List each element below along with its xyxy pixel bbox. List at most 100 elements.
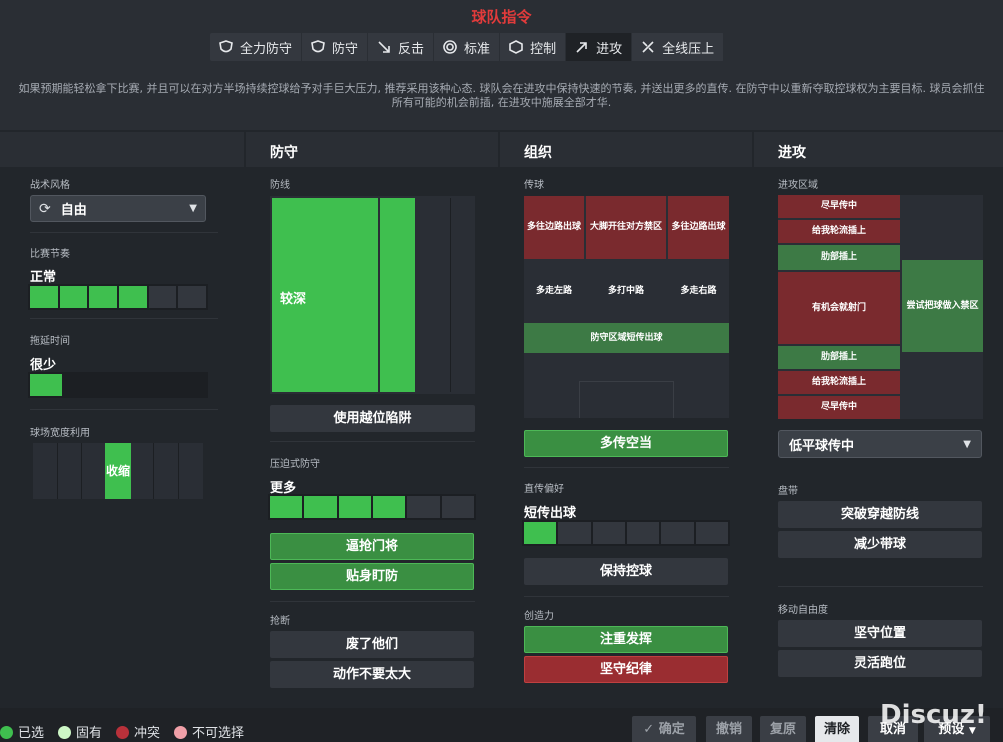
tab-2[interactable]: 反击 <box>368 33 435 61</box>
tab-1[interactable]: 防守 <box>302 33 369 61</box>
tab-3[interactable]: 标准 <box>434 33 501 61</box>
watermark: Discuz! <box>880 700 987 730</box>
width-value: 收缩 <box>105 464 130 478</box>
tab-5[interactable]: 进攻 <box>566 33 633 61</box>
divider <box>778 586 983 587</box>
directness-segment <box>558 522 591 544</box>
pass-zone-center[interactable]: 多打中路 <box>586 261 666 321</box>
creativity-label: 创造力 <box>524 611 554 622</box>
press-segment <box>304 496 337 518</box>
check-icon: ✓ <box>643 722 659 737</box>
directness-value: 短传出球 <box>524 506 577 521</box>
cube-icon <box>509 40 523 54</box>
legend-label: 不可选择 <box>192 726 245 741</box>
tab-label: 全线压上 <box>662 41 715 57</box>
cross-type-dropdown[interactable]: 低平球传中 ▼ <box>778 430 982 458</box>
attack-heading: 进攻 <box>754 132 1003 167</box>
keep-ball-button[interactable]: 保持控球 <box>524 558 728 585</box>
divider <box>270 441 475 442</box>
press-segment <box>270 496 303 518</box>
directness-slider[interactable] <box>522 520 730 546</box>
timewasting-label: 拖延时间 <box>30 336 70 347</box>
tab-label: 进攻 <box>596 41 623 57</box>
tab-label: 控制 <box>530 41 557 57</box>
mentality-value: 自由 <box>60 203 87 218</box>
tab-label: 防守 <box>332 41 359 57</box>
tab-0[interactable]: 全力防守 <box>210 33 303 61</box>
attack-zone-label: 进攻区域 <box>778 180 818 191</box>
press-button-2[interactable]: 贴身盯防 <box>270 563 474 590</box>
legend-dot <box>116 726 130 739</box>
defensive-line-pitch[interactable]: 较深 <box>270 196 475 394</box>
attack-pitch[interactable]: 尽早传中 给我轮流插上 肋部插上 有机会就射门 尝试把球做入禁区 肋部插上 给我… <box>778 195 983 419</box>
tackle-button-1[interactable]: 废了他们 <box>270 631 474 658</box>
cross-type-value: 低平球传中 <box>789 438 855 454</box>
tab-label: 标准 <box>464 41 491 57</box>
pass-zone-left[interactable]: 多走左路 <box>524 261 584 321</box>
chevron-down-icon: ▼ <box>963 438 971 450</box>
tempo-label: 比赛节奏 <box>30 249 70 260</box>
undo-button[interactable]: 撤销 <box>706 716 752 742</box>
attack-zone-shoot[interactable]: 有机会就射门 <box>778 272 900 344</box>
attack-zone-halfspace-l[interactable]: 肋部插上 <box>778 245 900 270</box>
tab-label: 全力防守 <box>240 41 293 57</box>
attack-zone-halfspace-r[interactable]: 肋部插上 <box>778 346 900 369</box>
tempo-segment <box>148 286 177 308</box>
pass-zone-into-box[interactable]: 大脚开往对方禁区 <box>586 196 666 259</box>
pass-zone-right-out[interactable]: 多往边路出球 <box>668 196 729 259</box>
target-icon <box>443 40 457 54</box>
defence-heading: 防守 <box>246 132 498 167</box>
general-header <box>0 132 244 167</box>
divider <box>30 409 218 410</box>
press-slider[interactable] <box>268 494 476 520</box>
attack-zone-work-into-box[interactable]: 尝试把球做入禁区 <box>902 260 983 352</box>
freedom-button-2[interactable]: 灵活跑位 <box>778 650 982 677</box>
mentality-tabs: 全力防守 防守 反击 标准 控制 进攻 全线压上 <box>210 33 725 61</box>
divider <box>524 596 729 597</box>
divider <box>270 601 475 602</box>
dribble-label: 盘带 <box>778 486 798 497</box>
restore-button[interactable]: 复原 <box>760 716 806 742</box>
dribble-button-1[interactable]: 突破穿越防线 <box>778 501 982 528</box>
shield-star-icon <box>219 40 233 53</box>
mentality-dropdown[interactable]: ⟳ 自由 ▼ <box>30 195 206 222</box>
tackle-button-2[interactable]: 动作不要太大 <box>270 661 474 688</box>
pass-zone-left-out[interactable]: 多往边路出球 <box>524 196 584 259</box>
pass-zone-play-out[interactable]: 防守区域短传出球 <box>524 323 729 353</box>
tab-6[interactable]: 全线压上 <box>632 33 725 61</box>
creativity-button-1[interactable]: 注重发挥 <box>524 626 728 653</box>
pass-into-space-button[interactable]: 多传空当 <box>524 430 728 457</box>
attack-zone-early-cross-r[interactable]: 尽早传中 <box>778 396 900 419</box>
freedom-button-1[interactable]: 坚守位置 <box>778 620 982 647</box>
attack-zone-early-cross-l[interactable]: 尽早传中 <box>778 195 900 218</box>
timewasting-fill <box>30 374 62 396</box>
clear-button[interactable]: 清除 <box>815 716 859 742</box>
directness-segment <box>592 522 625 544</box>
timewasting-slider[interactable] <box>28 372 208 398</box>
divider <box>524 467 729 468</box>
tab-label: 反击 <box>398 41 425 57</box>
attack-zone-overlap-l[interactable]: 给我轮流插上 <box>778 220 900 243</box>
arrow-out-icon <box>576 42 587 53</box>
passing-pitch[interactable]: 多往边路出球 大脚开往对方禁区 多往边路出球 多走左路 多打中路 多走右路 防守… <box>524 196 729 418</box>
shield-icon <box>311 40 325 53</box>
legend-item: 冲突 <box>116 722 160 741</box>
press-segment <box>407 496 440 518</box>
dribble-button-2[interactable]: 减少带球 <box>778 531 982 558</box>
offside-trap-button[interactable]: 使用越位陷阱 <box>270 405 475 432</box>
attack-zone-overlap-r[interactable]: 给我轮流插上 <box>778 371 900 394</box>
pass-zone-right[interactable]: 多走右路 <box>668 261 729 321</box>
press-segment <box>372 496 406 518</box>
legend-dot <box>58 726 72 739</box>
creativity-button-2[interactable]: 坚守纪律 <box>524 656 728 683</box>
tempo-slider[interactable] <box>28 284 208 310</box>
confirm-button[interactable]: ✓ 确定 <box>632 716 696 742</box>
freedom-label: 移动自由度 <box>778 605 828 616</box>
press-button-1[interactable]: 逼抢门将 <box>270 533 474 560</box>
tab-4[interactable]: 控制 <box>500 33 567 61</box>
directness-segment <box>626 522 660 544</box>
line-fill-2 <box>380 198 415 392</box>
width-pitch[interactable]: 收缩 <box>33 443 203 499</box>
tempo-segment <box>119 286 147 308</box>
mentality-description: 如果预期能轻松拿下比赛, 并且可以在对方半场持续控球给予对手巨大压力, 推荐采用… <box>18 82 985 109</box>
